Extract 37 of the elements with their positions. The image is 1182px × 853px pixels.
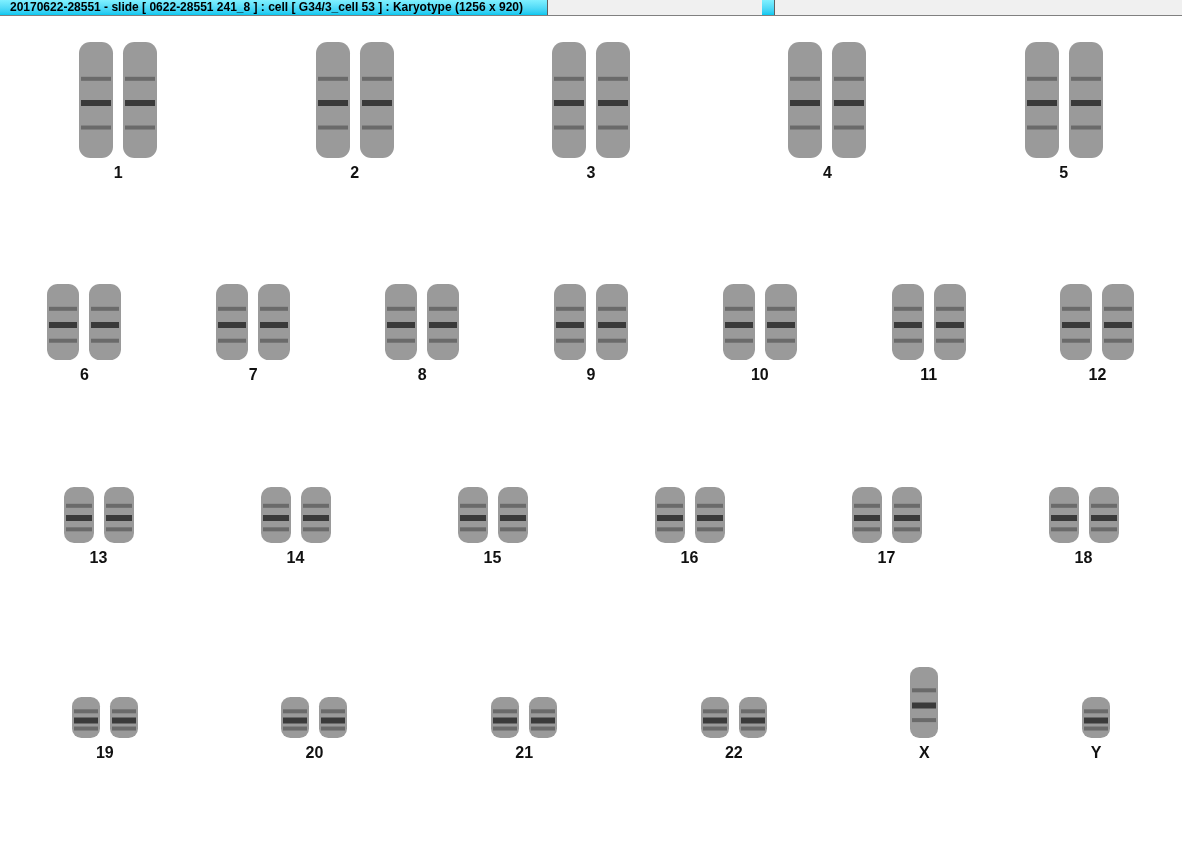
chromosome-image	[457, 485, 528, 545]
chromosome-label: 19	[95, 744, 114, 762]
chromosome-label: 6	[79, 366, 89, 384]
chromosome-label: 22	[724, 744, 743, 762]
chromosome-label: 10	[750, 366, 769, 384]
chromosome-image	[654, 485, 725, 545]
chromosome-label: 18	[1074, 549, 1093, 567]
chromosome-image	[63, 485, 134, 545]
chromosome-label: 15	[483, 549, 502, 567]
chromosome-label: 4	[822, 164, 832, 182]
scroll-thumb[interactable]	[762, 0, 775, 15]
chromosome-label: X	[919, 744, 930, 762]
chromosome-label: 14	[286, 549, 305, 567]
chromosome-image	[491, 695, 558, 740]
chromosome-image	[1082, 695, 1111, 740]
chromosome-label: 8	[417, 366, 427, 384]
chromosome-label: 17	[877, 549, 896, 567]
chromosome-label: 1	[113, 164, 123, 182]
chromosome-image	[1048, 485, 1119, 545]
chromosome-image	[71, 695, 138, 740]
chromosome-image	[281, 695, 348, 740]
window-title: 20170622-28551 - slide [ 0622-28551 241_8 ] : cell [ G34/3_cell 53 ] : Karyotype (1256 x 920)	[0, 0, 548, 15]
chromosome-label: 16	[680, 549, 699, 567]
chromosome-label: 21	[515, 744, 534, 762]
chromosome-label: 7	[248, 366, 258, 384]
chromosome-label: 13	[89, 549, 108, 567]
chromosome-label: 9	[586, 366, 596, 384]
chromosome-label: 2	[350, 164, 360, 182]
chromosome-image	[700, 695, 767, 740]
chromosome-label: 5	[1059, 164, 1069, 182]
chromosome-image	[260, 485, 331, 545]
chromosome-label: 20	[305, 744, 324, 762]
chromosome-image	[851, 485, 922, 545]
chromosome-label: 3	[586, 164, 596, 182]
chromosome-label: 11	[920, 366, 938, 384]
chromosome-label: 12	[1088, 366, 1107, 384]
chromosome-label: Y	[1090, 744, 1102, 762]
